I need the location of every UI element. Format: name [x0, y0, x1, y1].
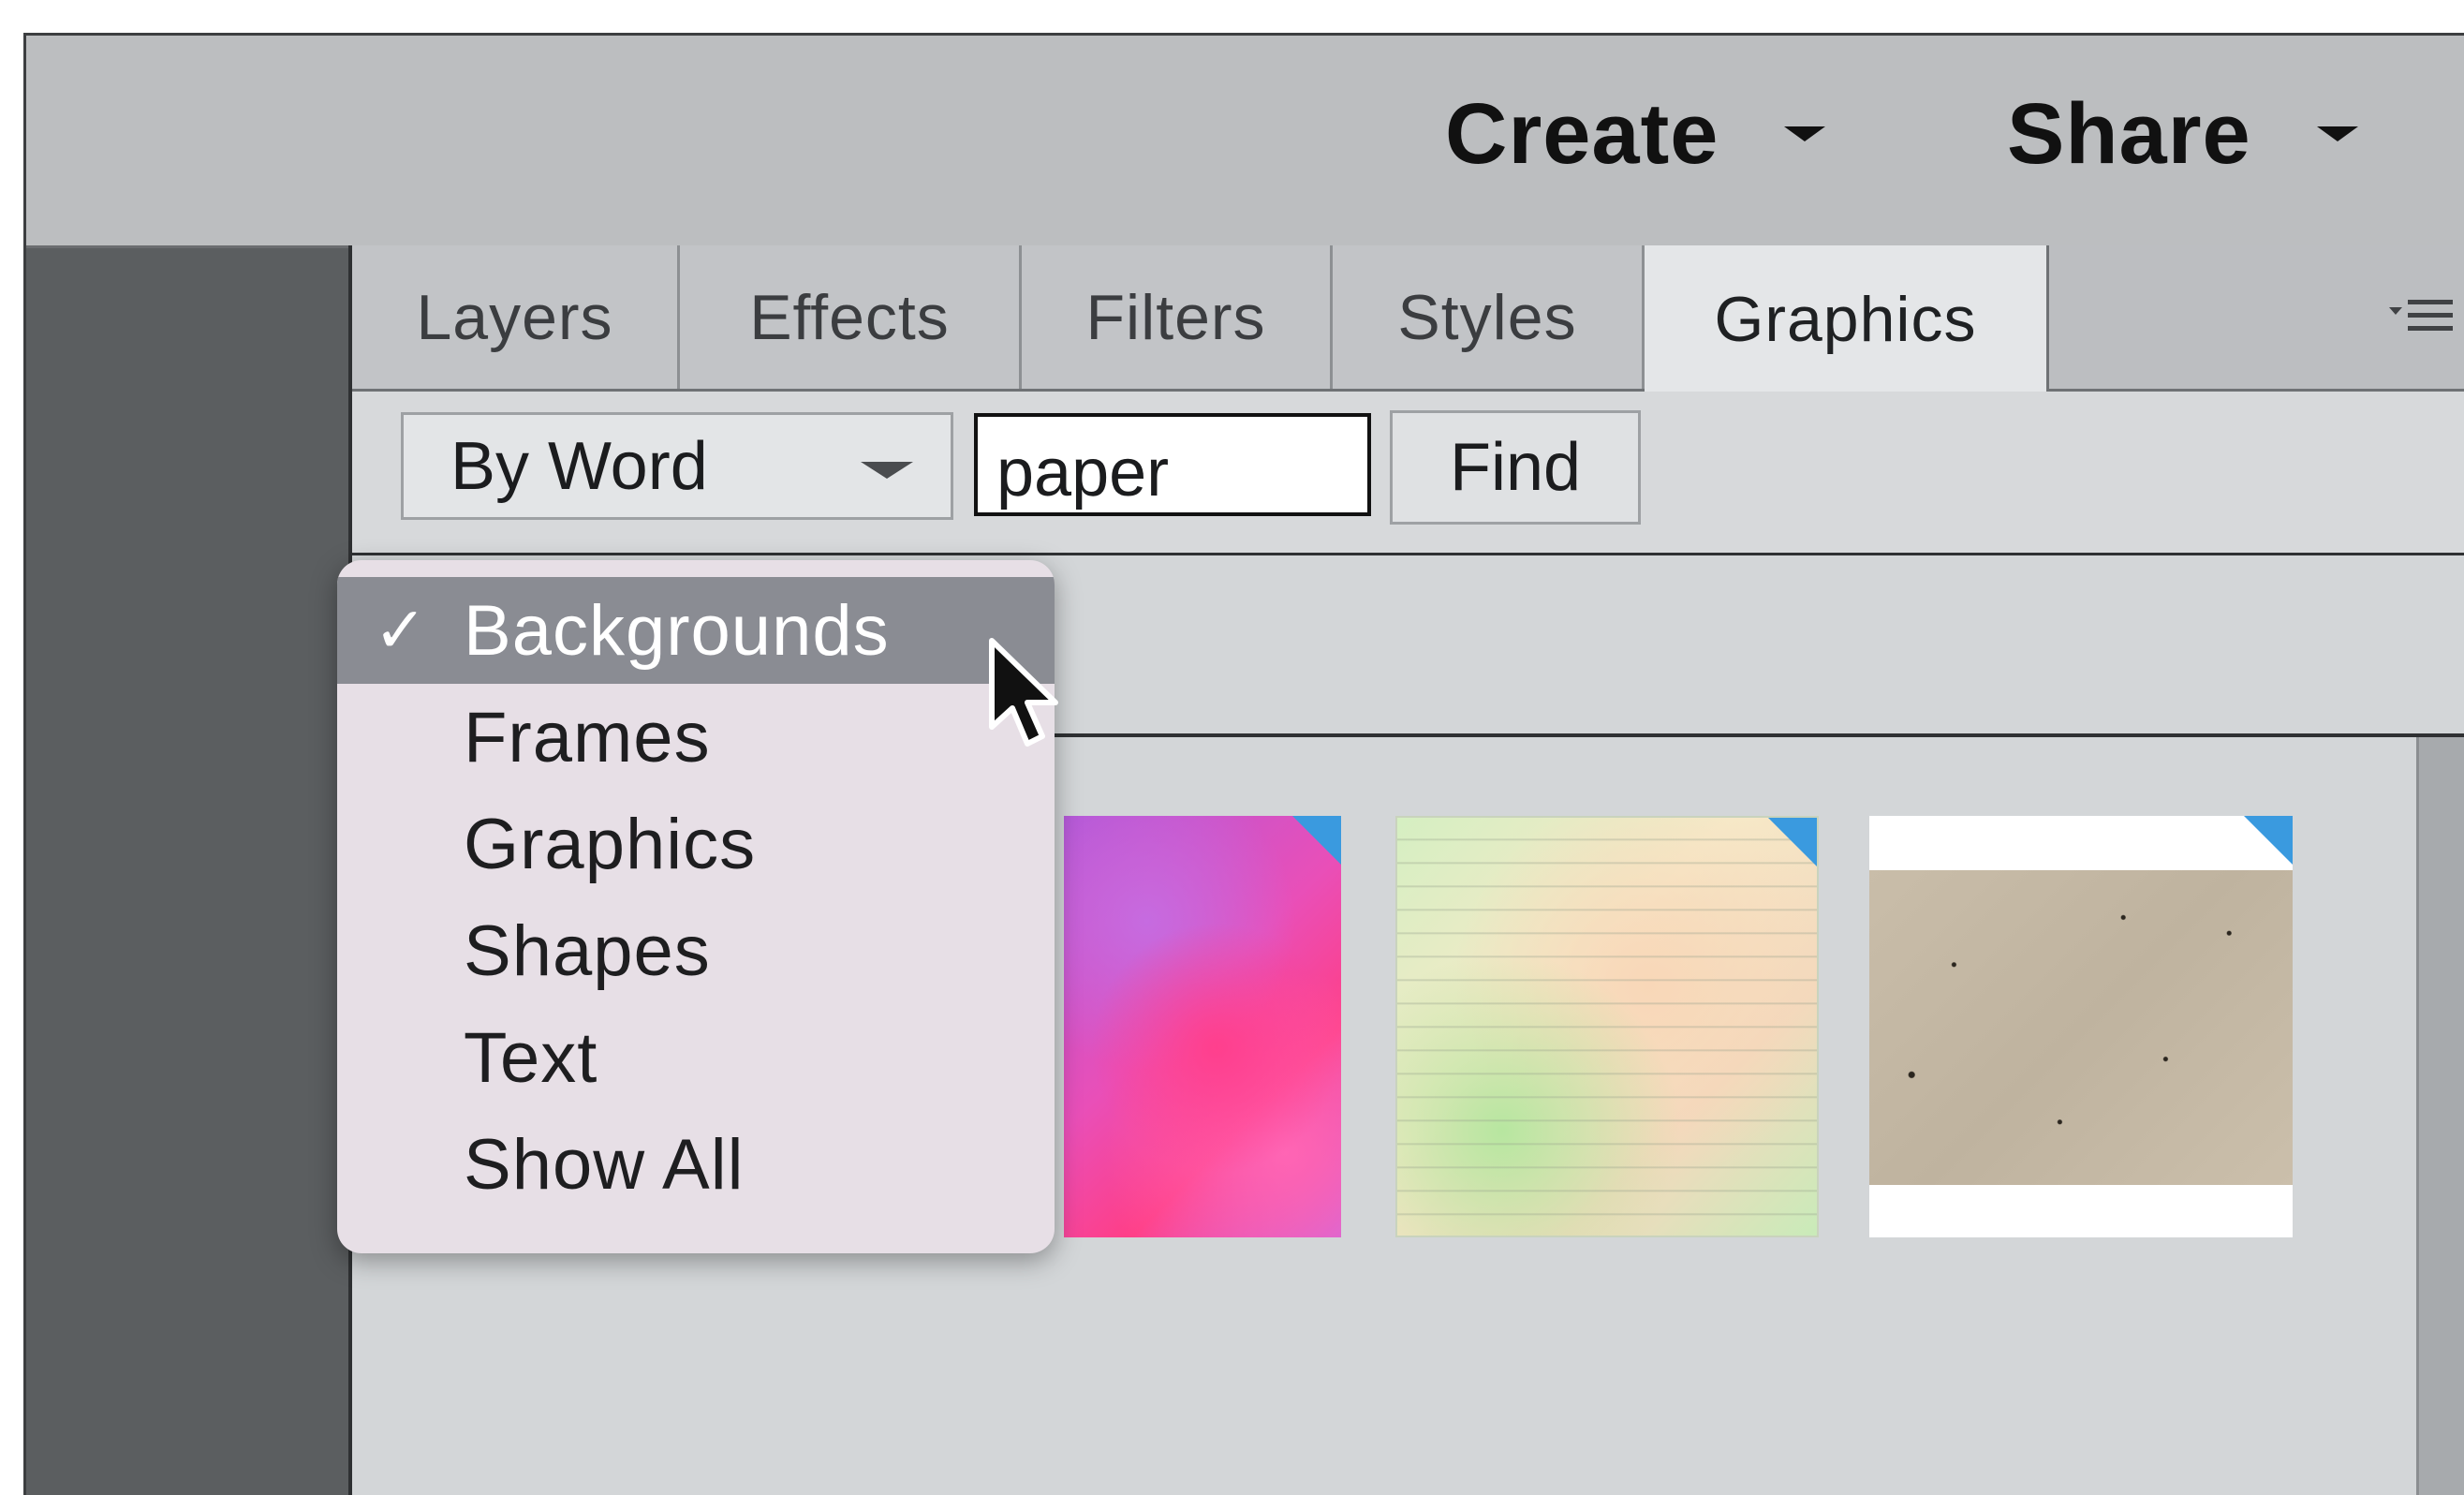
checkmark-icon: ✓: [374, 594, 427, 666]
thumbnail-kraft-paper[interactable]: [1869, 816, 2293, 1237]
kraft-paper-image: [1869, 870, 2293, 1185]
download-badge-icon: [1768, 818, 1817, 866]
create-label: Create: [1445, 85, 1719, 182]
vertical-scrollbar[interactable]: [2416, 737, 2464, 1495]
panel-menu-icon[interactable]: [2389, 290, 2455, 355]
find-label: Find: [1449, 430, 1582, 505]
menu-item-label: Shapes: [464, 910, 711, 991]
menu-item-label: Show All: [464, 1124, 745, 1205]
chevron-down-icon: [861, 462, 913, 479]
tab-label: Graphics: [1714, 283, 1977, 355]
menu-item-show-all[interactable]: Show All: [337, 1111, 1055, 1218]
tab-label: Layers: [416, 281, 613, 353]
menu-item-label: Text: [464, 1017, 598, 1098]
menu-item-text[interactable]: Text: [337, 1004, 1055, 1111]
tab-label: Effects: [749, 281, 950, 353]
tab-filters[interactable]: Filters: [1022, 245, 1333, 389]
thumbnail-lined-paper[interactable]: [1395, 816, 1819, 1237]
search-mode-label: By Word: [450, 428, 708, 504]
download-badge-icon: [2244, 816, 2293, 865]
top-bar: Create Share: [26, 36, 2464, 248]
search-mode-select[interactable]: By Word: [401, 412, 953, 520]
create-menu-button[interactable]: Create: [1445, 82, 1826, 185]
download-badge-icon: [1292, 816, 1341, 865]
panel-tab-bar: Layers Effects Filters Styles Graphics: [352, 245, 2464, 392]
menu-item-label: Graphics: [464, 804, 757, 884]
tab-layers[interactable]: Layers: [352, 245, 680, 389]
arrow-cursor-icon: [988, 637, 1063, 759]
tab-graphics[interactable]: Graphics: [1645, 245, 2049, 392]
menu-item-label: Frames: [464, 697, 711, 777]
search-input[interactable]: [974, 413, 1371, 516]
tab-label: Filters: [1085, 281, 1266, 353]
menu-item-label: Backgrounds: [464, 590, 890, 671]
share-label: Share: [2007, 85, 2251, 182]
search-row: By Word Find: [352, 392, 2464, 555]
share-menu-button[interactable]: Share: [2007, 82, 2358, 185]
tab-label: Styles: [1397, 281, 1577, 353]
find-button[interactable]: Find: [1390, 410, 1641, 525]
chevron-down-icon: [2316, 126, 2358, 141]
menu-item-frames[interactable]: Frames: [337, 684, 1055, 791]
thumbnail-pink-watercolor[interactable]: [1064, 816, 1341, 1237]
category-dropdown-menu: ✓ Backgrounds Frames Graphics Shapes Tex…: [337, 560, 1055, 1253]
menu-item-graphics[interactable]: Graphics: [337, 791, 1055, 897]
tab-styles[interactable]: Styles: [1333, 245, 1645, 389]
tab-effects[interactable]: Effects: [680, 245, 1022, 389]
menu-item-backgrounds[interactable]: ✓ Backgrounds: [337, 577, 1055, 684]
menu-item-shapes[interactable]: Shapes: [337, 897, 1055, 1004]
chevron-down-icon: [1784, 126, 1826, 141]
